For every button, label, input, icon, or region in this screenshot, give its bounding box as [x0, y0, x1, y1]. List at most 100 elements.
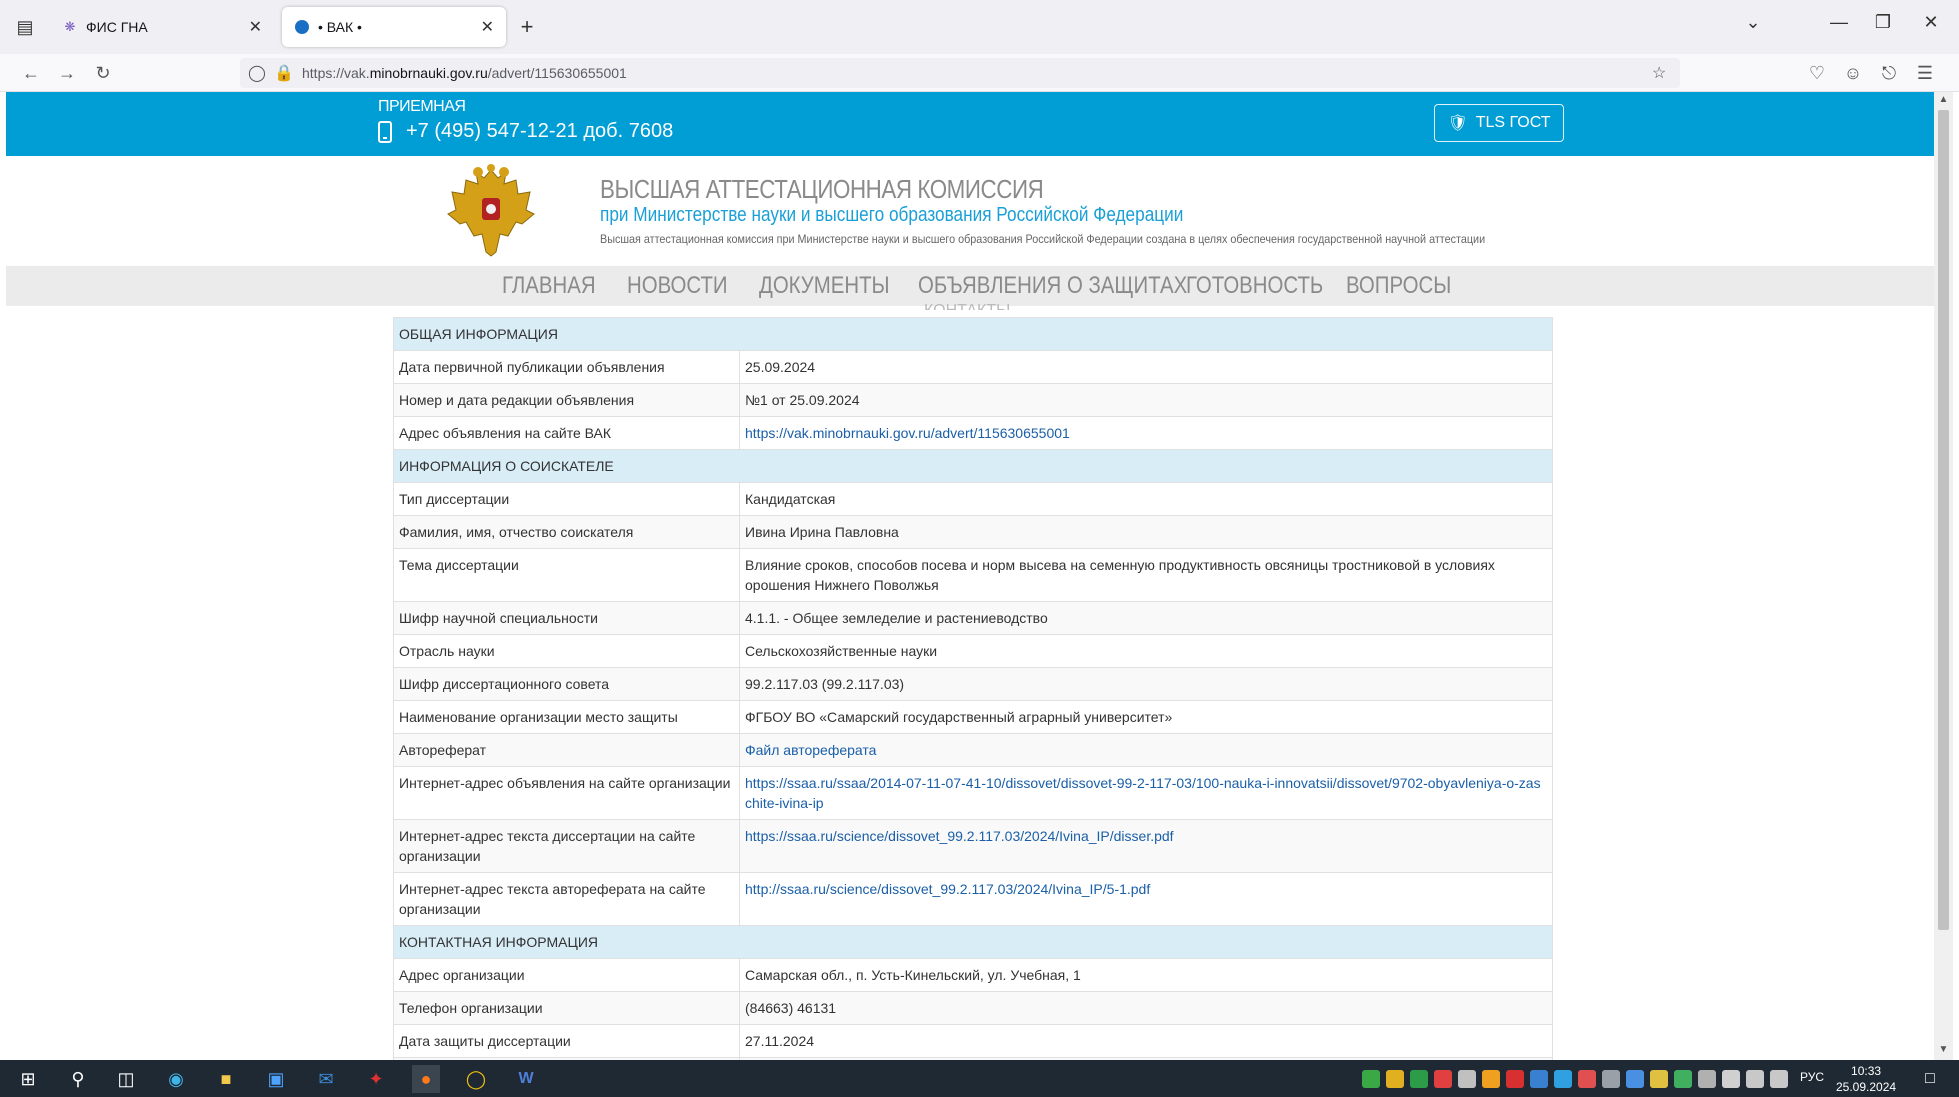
close-window-icon[interactable]: ✕	[1916, 12, 1946, 33]
row-link[interactable]: https://vak.minobrnauki.gov.ru/advert/11…	[745, 425, 1070, 441]
tab-title: • ВАК •	[318, 19, 362, 35]
task-view-icon[interactable]: ◫	[112, 1065, 140, 1093]
scroll-up-icon[interactable]: ▲	[1934, 94, 1953, 105]
table-row: Дата первичной публикации объявления 25.0…	[393, 350, 1553, 384]
row-value-cell: (84663) 46131	[739, 991, 1553, 1025]
language-indicator[interactable]: РУС	[1800, 1070, 1824, 1084]
tray-icon-15[interactable]	[1698, 1070, 1716, 1088]
table-row: Отрасль науки Сельскохозяйственные науки	[393, 634, 1553, 668]
word-icon[interactable]: W	[512, 1065, 540, 1093]
mail-icon[interactable]: ✉	[312, 1065, 340, 1093]
row-link[interactable]: https://ssaa.ru/ssaa/2014-07-11-07-41-10…	[745, 775, 1541, 811]
windows-start-icon[interactable]: ⊞	[14, 1065, 42, 1093]
web-page: ПРИЕМНАЯ +7 (495) 547-12-21 доб. 7608 🛡 …	[6, 92, 1934, 1060]
nav-item-documents[interactable]: ДОКУМЕНТЫ	[759, 272, 890, 300]
tray-icon-4[interactable]	[1434, 1070, 1452, 1088]
tab-list-icon[interactable]: ▤	[12, 14, 38, 40]
row-value-cell: Кандидатская	[739, 482, 1553, 516]
search-icon[interactable]: ⚲	[64, 1065, 92, 1093]
nav-item-contacts[interactable]: КОНТАКТЫ	[924, 302, 1010, 310]
tray-icon-7[interactable]	[1506, 1070, 1524, 1088]
tray-icon-13[interactable]	[1650, 1070, 1668, 1088]
tray-icon-5[interactable]	[1458, 1070, 1476, 1088]
minimize-icon[interactable]: —	[1824, 12, 1854, 33]
table-row: Тип диссертации Кандидатская	[393, 482, 1553, 516]
new-tab-icon[interactable]: +	[514, 14, 540, 40]
tray-icon-8[interactable]	[1530, 1070, 1548, 1088]
phone-row: +7 (495) 547-12-21 доб. 7608	[378, 120, 673, 143]
row-value: ФГБОУ ВО «Самарский государственный агра…	[745, 709, 1173, 725]
windows-taskbar: ⊞ ⚲ ◫ ◉ ■ ▣ ✉ ✦ ● ◯ W РУС 10:33 25.09.20…	[0, 1060, 1959, 1097]
main-nav: ГЛАВНАЯ НОВОСТИ ДОКУМЕНТЫ ОБЪЯВЛЕНИЯ О З…	[6, 266, 1934, 310]
tray-icon-1[interactable]	[1362, 1070, 1380, 1088]
table-row: Интернет-адрес текста автореферата на са…	[393, 872, 1553, 926]
page-scrollbar[interactable]: ▲ ▼	[1934, 92, 1953, 1060]
row-key: Дата первичной публикации объявления	[393, 350, 740, 384]
tray-icon-11[interactable]	[1602, 1070, 1620, 1088]
app-red-icon[interactable]: ✦	[362, 1065, 390, 1093]
tray-icon-9[interactable]	[1554, 1070, 1572, 1088]
row-value: Сельскохозяйственные науки	[745, 643, 938, 659]
store-icon[interactable]: ▣	[262, 1065, 290, 1093]
network-icon[interactable]	[1746, 1070, 1764, 1088]
row-link[interactable]: Файл автореферата	[745, 742, 876, 758]
tray-icon-10[interactable]	[1578, 1070, 1596, 1088]
tray-icon-14[interactable]	[1674, 1070, 1692, 1088]
nav-item-home[interactable]: ГЛАВНАЯ	[502, 272, 596, 300]
menu-icon[interactable]: ☰	[1912, 60, 1938, 86]
row-link[interactable]: http://ssaa.ru/science/dissovet_99.2.117…	[745, 881, 1150, 897]
org-description: Высшая аттестационная комиссия при Минис…	[600, 232, 1486, 246]
file-explorer-icon[interactable]: ■	[212, 1065, 240, 1093]
restore-icon[interactable]: ❐	[1868, 12, 1898, 33]
table-row: Номер и дата редакции объявления №1 от 25…	[393, 383, 1553, 417]
tls-gost-button[interactable]: 🛡 TLS ГОСТ	[1434, 104, 1564, 142]
tray-icon-6[interactable]	[1482, 1070, 1500, 1088]
coat-of-arms-icon[interactable]	[446, 164, 536, 259]
extensions-icon[interactable]: ⎋	[1876, 60, 1902, 86]
nav-item-readiness[interactable]: ГОТОВНОСТЬ	[1186, 272, 1323, 300]
row-key: Тип диссертации	[393, 482, 740, 516]
reload-icon[interactable]: ↻	[90, 60, 116, 86]
forward-icon[interactable]: →	[54, 60, 80, 86]
tab-fis-gna[interactable]: ❋ ФИС ГНА ✕	[50, 7, 274, 47]
tray-icon-12[interactable]	[1626, 1070, 1644, 1088]
nav-item-questions[interactable]: ВОПРОСЫ	[1346, 272, 1451, 300]
chrome-icon[interactable]: ◯	[462, 1065, 490, 1093]
back-icon[interactable]: ←	[18, 60, 44, 86]
edge-icon[interactable]: ◉	[162, 1065, 190, 1093]
bookmark-star-icon[interactable]: ☆	[1652, 63, 1666, 83]
row-value: 4.1.1. - Общее земледелие и растениеводс…	[745, 610, 1048, 626]
close-tab-icon[interactable]: ✕	[249, 17, 262, 37]
clock-date: 25.09.2024	[1836, 1080, 1897, 1094]
volume-icon[interactable]	[1770, 1070, 1788, 1088]
table-row: Тема диссертации Влияние сроков, способов…	[393, 548, 1553, 602]
url-bar[interactable]: ◯ 🔒 https://vak. minobrnauki.gov.ru/adver…	[240, 58, 1680, 88]
lock-icon[interactable]: 🔒	[274, 63, 294, 83]
shield-check-icon: 🛡	[1447, 115, 1468, 132]
tab-overflow-icon[interactable]: ⌄	[1738, 12, 1768, 33]
firefox-icon[interactable]: ●	[412, 1065, 440, 1093]
scrollbar-thumb[interactable]	[1938, 110, 1949, 930]
clock-time: 10:33	[1851, 1064, 1882, 1078]
scroll-down-icon[interactable]: ▼	[1934, 1044, 1953, 1055]
pocket-icon[interactable]: ♡	[1804, 60, 1830, 86]
row-value-cell: ФГБОУ ВО «Самарский государственный агра…	[739, 700, 1553, 734]
row-value: 99.2.117.03 (99.2.117.03)	[745, 676, 905, 692]
url-domain: minobrnauki.gov.ru	[369, 65, 488, 81]
row-value-cell: 99.2.117.03 (99.2.117.03)	[739, 667, 1553, 701]
tray-icon-3[interactable]	[1410, 1070, 1428, 1088]
shield-icon[interactable]: ◯	[248, 63, 266, 83]
nav-item-news[interactable]: НОВОСТИ	[627, 272, 728, 300]
nav-item-defense-announcements[interactable]: ОБЪЯВЛЕНИЯ О ЗАЩИТАХ	[918, 272, 1187, 300]
row-link[interactable]: https://ssaa.ru/science/dissovet_99.2.11…	[745, 828, 1174, 844]
tab-vak[interactable]: • ВАК • ✕	[282, 7, 506, 47]
tray-icon-2[interactable]	[1386, 1070, 1404, 1088]
row-value: Самарская обл., п. Усть-Кинельский, ул. …	[745, 967, 1081, 983]
phone-number[interactable]: +7 (495) 547-12-21 доб. 7608	[406, 120, 673, 143]
account-icon[interactable]: ☺	[1840, 60, 1866, 86]
tray-icon-16[interactable]	[1722, 1070, 1740, 1088]
notifications-icon[interactable]: □	[1916, 1065, 1944, 1093]
close-tab-icon[interactable]: ✕	[481, 17, 494, 37]
clock[interactable]: 10:33 25.09.2024	[1836, 1063, 1896, 1095]
row-key: Фамилия, имя, отчество соискателя	[393, 515, 740, 549]
